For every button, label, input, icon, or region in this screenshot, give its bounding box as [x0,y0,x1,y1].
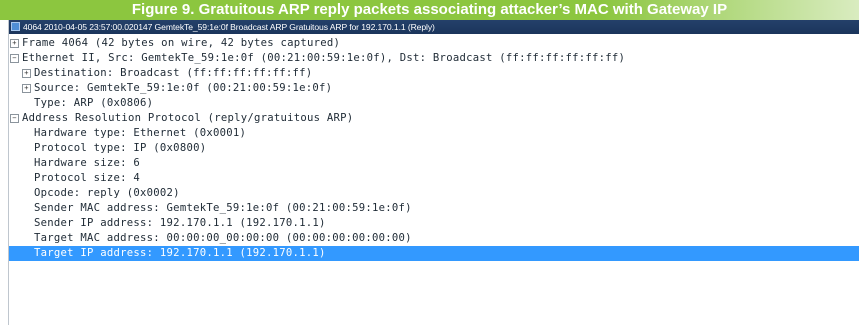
packet-details-window: 4064 2010-04-05 23:57:00.020147 GemtekTe… [8,20,859,325]
tree-row-destination[interactable]: + Destination: Broadcast (ff:ff:ff:ff:ff… [9,66,859,81]
packet-detail-tree: + Frame 4064 (42 bytes on wire, 42 bytes… [9,34,859,261]
tree-row-frame[interactable]: + Frame 4064 (42 bytes on wire, 42 bytes… [9,36,859,51]
tree-row-label: Frame 4064 (42 bytes on wire, 42 bytes c… [22,37,341,49]
tree-row-arp[interactable]: − Address Resolution Protocol (reply/gra… [9,111,859,126]
expand-toggle-icon[interactable]: + [22,69,31,78]
tree-row-sender-ip[interactable]: Sender IP address: 192.170.1.1 (192.170.… [9,216,859,231]
tree-row-label: Source: GemtekTe_59:1e:0f (00:21:00:59:1… [34,82,333,94]
collapse-toggle-icon[interactable]: − [10,54,19,63]
tree-row-label: Hardware type: Ethernet (0x0001) [34,127,247,139]
tree-row-hardware-type[interactable]: Hardware type: Ethernet (0x0001) [9,126,859,141]
window-titlebar[interactable]: 4064 2010-04-05 23:57:00.020147 GemtekTe… [9,20,859,34]
tree-row-label: Sender IP address: 192.170.1.1 (192.170.… [34,217,326,229]
tree-row-label: Protocol type: IP (0x0800) [34,142,207,154]
tree-row-type[interactable]: Type: ARP (0x0806) [9,96,859,111]
figure-caption: Figure 9. Gratuitous ARP reply packets a… [0,0,859,20]
tree-row-label: Address Resolution Protocol (reply/gratu… [22,112,354,124]
tree-row-label: Opcode: reply (0x0002) [34,187,180,199]
window-title: 4064 2010-04-05 23:57:00.020147 GemtekTe… [23,22,435,32]
tree-row-label: Hardware size: 6 [34,157,141,169]
expand-toggle-icon[interactable]: + [10,39,19,48]
tree-row-label: Destination: Broadcast (ff:ff:ff:ff:ff:f… [34,67,313,79]
tree-row-ethernet[interactable]: − Ethernet II, Src: GemtekTe_59:1e:0f (0… [9,51,859,66]
tree-row-target-ip-selected[interactable]: Target IP address: 192.170.1.1 (192.170.… [9,246,859,261]
collapse-toggle-icon[interactable]: − [10,114,19,123]
tree-row-protocol-type[interactable]: Protocol type: IP (0x0800) [9,141,859,156]
figure-title: Gratuitous ARP reply packets associating… [198,1,728,18]
expand-toggle-icon[interactable]: + [22,84,31,93]
figure-number: Figure 9. [131,1,195,18]
tree-row-label: Target IP address: 192.170.1.1 (192.170.… [34,247,326,259]
tree-row-sender-mac[interactable]: Sender MAC address: GemtekTe_59:1e:0f (0… [9,201,859,216]
tree-row-label: Target MAC address: 00:00:00_00:00:00 (0… [34,232,412,244]
wireshark-packet-icon [11,22,20,31]
tree-row-label: Protocol size: 4 [34,172,141,184]
tree-row-label: Sender MAC address: GemtekTe_59:1e:0f (0… [34,202,412,214]
tree-row-protocol-size[interactable]: Protocol size: 4 [9,171,859,186]
tree-row-label: Type: ARP (0x0806) [34,97,154,109]
tree-row-label: Ethernet II, Src: GemtekTe_59:1e:0f (00:… [22,52,626,64]
tree-row-target-mac[interactable]: Target MAC address: 00:00:00_00:00:00 (0… [9,231,859,246]
tree-row-hardware-size[interactable]: Hardware size: 6 [9,156,859,171]
tree-row-opcode[interactable]: Opcode: reply (0x0002) [9,186,859,201]
tree-row-source[interactable]: + Source: GemtekTe_59:1e:0f (00:21:00:59… [9,81,859,96]
